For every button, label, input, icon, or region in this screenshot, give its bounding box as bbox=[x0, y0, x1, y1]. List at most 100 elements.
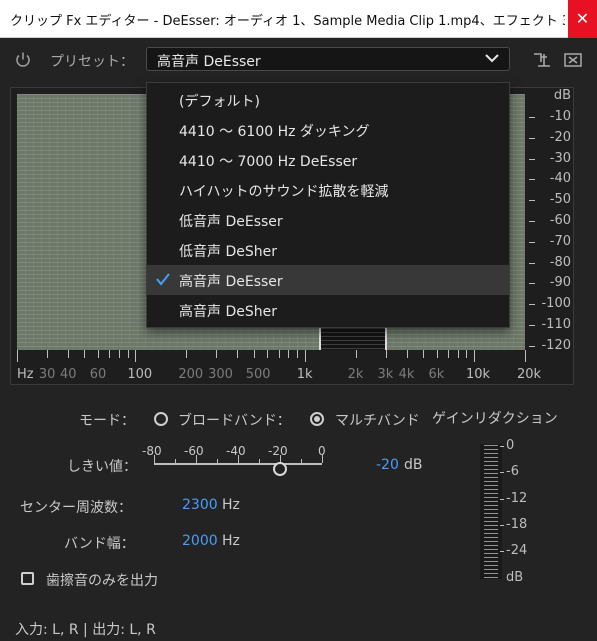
preset-option[interactable]: 高音声 DeSher bbox=[147, 295, 509, 325]
save-preset-icon[interactable] bbox=[532, 51, 552, 69]
x-tick-mark bbox=[457, 350, 459, 358]
threshold-slider-knob[interactable] bbox=[273, 462, 287, 476]
x-tick-mark bbox=[288, 350, 290, 358]
preset-option-label: 低音声 DeEsser bbox=[179, 214, 283, 230]
preset-row: プリセット： 高音声 DeEsser bbox=[0, 46, 597, 76]
broadband-radio[interactable] bbox=[154, 412, 168, 426]
preset-option[interactable]: 低音声 DeEsser bbox=[147, 205, 509, 235]
y-tick-label: -50 bbox=[549, 192, 571, 208]
preset-dropdown[interactable]: 高音声 DeEsser bbox=[146, 47, 510, 71]
chevron-down-icon bbox=[485, 54, 499, 63]
y-tick-mark bbox=[529, 158, 535, 160]
power-icon[interactable] bbox=[14, 51, 32, 69]
x-tick-label: 6k bbox=[428, 367, 445, 382]
x-tick-mark bbox=[355, 350, 357, 358]
x-tick-mark bbox=[267, 350, 269, 358]
x-tick-label: 100 bbox=[127, 367, 153, 382]
slider-minor-tick bbox=[217, 459, 218, 463]
threshold-slider[interactable] bbox=[154, 455, 324, 481]
preset-option[interactable]: 高音声 DeEsser bbox=[147, 265, 509, 295]
x-tick-label: 40 bbox=[59, 367, 77, 382]
y-tick-label: -60 bbox=[549, 213, 571, 228]
x-tick-mark bbox=[436, 350, 438, 358]
slider-tick bbox=[154, 455, 155, 463]
y-tick-label: -90 bbox=[549, 275, 571, 291]
y-tick-label: -20 bbox=[549, 129, 571, 145]
meter-tick-label: -6 bbox=[506, 464, 519, 480]
y-tick-label: -110 bbox=[541, 317, 571, 332]
meter-tick-label: dB bbox=[506, 569, 524, 585]
preset-option[interactable]: 低音声 DeSher bbox=[147, 235, 509, 265]
io-channels-status: 入力: L, R | 出力: L, R bbox=[15, 622, 156, 638]
bandwidth-label: バンド幅： bbox=[64, 536, 135, 552]
x-tick-mark bbox=[466, 350, 468, 358]
x-axis-ruler bbox=[17, 350, 526, 364]
window-title: クリップ Fx エディター - DeEsser: オーディオ 1、Sample … bbox=[10, 14, 565, 29]
x-tick-mark bbox=[127, 350, 129, 358]
center-frequency-value[interactable]: 2300 bbox=[182, 497, 218, 513]
multiband-label: マルチバンド bbox=[335, 413, 420, 429]
x-tick-mark bbox=[237, 350, 239, 358]
y-tick-mark bbox=[529, 117, 535, 118]
bandwidth-unit: Hz bbox=[222, 533, 240, 549]
y-tick-mark bbox=[529, 304, 535, 306]
delete-preset-icon[interactable] bbox=[564, 52, 582, 68]
y-tick-mark bbox=[529, 283, 535, 285]
x-tick-mark bbox=[17, 350, 18, 362]
threshold-label: しきい値： bbox=[67, 459, 137, 475]
meter-tick-mark bbox=[500, 551, 504, 553]
y-unit-label: dB bbox=[553, 88, 571, 103]
meter-tick-mark bbox=[500, 498, 504, 500]
y-tick-mark bbox=[529, 262, 535, 264]
close-button[interactable]: ✕ bbox=[568, 0, 597, 38]
bandwidth-value[interactable]: 2000 bbox=[182, 533, 218, 549]
x-tick-label: 20k bbox=[517, 367, 542, 382]
x-tick-mark bbox=[296, 350, 298, 358]
slider-minor-tick bbox=[259, 459, 260, 463]
meter-tick-mark bbox=[500, 446, 504, 447]
meter-tick-label: -18 bbox=[506, 516, 528, 532]
x-tick-label: 2k bbox=[347, 367, 364, 382]
title-bar: クリップ Fx エディター - DeEsser: オーディオ 1、Sample … bbox=[0, 0, 597, 38]
y-tick-label: -70 bbox=[549, 233, 571, 249]
y-tick-label: -30 bbox=[549, 150, 571, 166]
x-tick-label: 500 bbox=[245, 367, 271, 382]
x-tick-label: 1k bbox=[296, 367, 313, 382]
x-tick-mark bbox=[109, 350, 111, 358]
threshold-unit: dB bbox=[404, 457, 423, 473]
preset-option[interactable]: (デフォルト) bbox=[147, 85, 509, 115]
y-tick-mark bbox=[529, 200, 535, 202]
output-sibilance-only-checkbox[interactable] bbox=[21, 572, 34, 585]
y-axis: dB -10 -20 -30 -40 -50 -60 -70 -80 -90 -100 -110 -1… bbox=[529, 88, 573, 358]
threshold-value[interactable]: -20 bbox=[376, 457, 399, 473]
x-tick-mark bbox=[84, 350, 86, 358]
multiband-radio[interactable] bbox=[310, 412, 324, 426]
meter-tick-label: 0 bbox=[506, 438, 515, 453]
x-tick-mark bbox=[447, 350, 449, 358]
preset-label: プリセット： bbox=[50, 54, 134, 70]
y-tick-mark bbox=[529, 325, 535, 326]
preset-option[interactable]: ハイハットのサウンド拡散を軽減 bbox=[147, 175, 509, 205]
close-icon: ✕ bbox=[575, 9, 590, 28]
x-tick-label: 10k bbox=[466, 367, 491, 382]
y-tick-mark bbox=[529, 179, 535, 181]
broadband-label: ブロードバンド： bbox=[178, 413, 291, 429]
y-tick-mark bbox=[529, 221, 535, 222]
x-tick-mark bbox=[474, 350, 475, 362]
slider-tick bbox=[196, 455, 197, 463]
meter-tick-mark bbox=[500, 472, 504, 474]
checkmark-icon bbox=[156, 273, 170, 286]
preset-option[interactable]: 4410 ～ 6100 Hz ダッキング bbox=[147, 115, 509, 145]
y-tick-mark bbox=[529, 241, 535, 243]
x-tick-mark bbox=[118, 350, 120, 358]
preset-option[interactable]: 4410 ～ 7000 Hz DeEsser bbox=[147, 145, 509, 175]
x-tick-mark bbox=[46, 350, 48, 358]
gain-reduction-title: ゲインリダクション bbox=[432, 411, 558, 427]
slider-minor-tick bbox=[301, 459, 302, 463]
band-region[interactable] bbox=[319, 328, 387, 350]
x-tick-label: 60 bbox=[89, 367, 107, 382]
x-tick-label: Hz bbox=[17, 367, 34, 382]
preset-dropdown-menu: (デフォルト) 4410 ～ 6100 Hz ダッキング 4410 ～ 7000 H… bbox=[146, 82, 510, 328]
y-tick-label: -40 bbox=[549, 171, 571, 187]
meter-tick-label: -24 bbox=[506, 543, 528, 559]
